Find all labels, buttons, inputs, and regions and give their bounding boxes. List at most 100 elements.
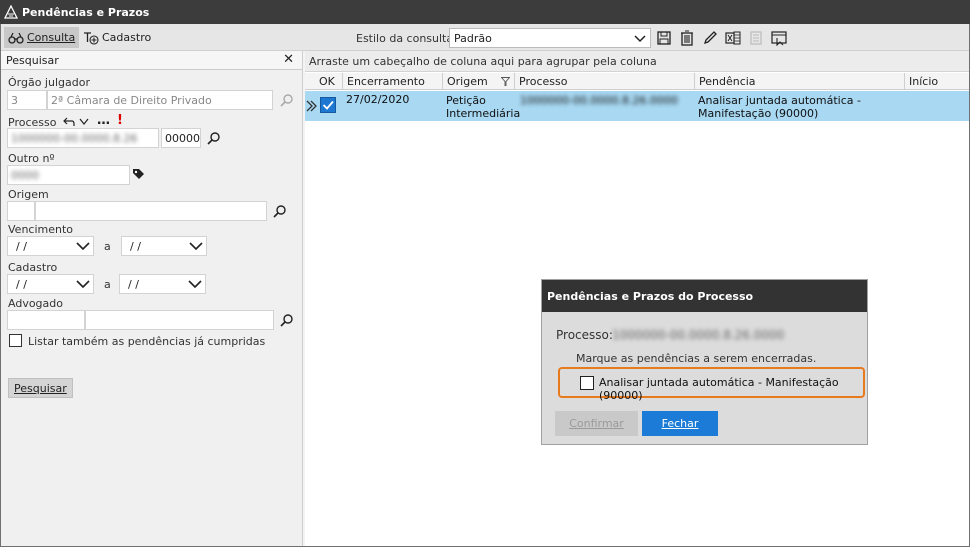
orgao-code-input[interactable]: 3 — [7, 90, 47, 110]
vencimento-from-select[interactable]: / / — [7, 236, 94, 256]
advogado-code-input[interactable] — [7, 310, 85, 330]
outro-input[interactable]: 0000 — [7, 165, 130, 185]
col-processo[interactable]: Processo — [515, 73, 695, 90]
dialog-titlebar: Pendências e Prazos do Processo — [542, 280, 867, 312]
chevron-down-icon — [188, 280, 202, 289]
chevron-down-icon — [634, 35, 646, 43]
tab-consulta[interactable]: Consulta — [4, 27, 80, 48]
row-pendencia: Analisar juntada automática - Manifestaç… — [698, 94, 861, 120]
window-title: Pendências e Prazos — [22, 5, 150, 19]
estilo-value: Padrão — [454, 31, 492, 45]
checkmark-icon — [322, 100, 334, 110]
col-origem-label: Origem — [447, 75, 488, 88]
edit-pencil-icon[interactable] — [702, 30, 718, 46]
vencimento-a-label: a — [104, 240, 111, 253]
cadastro-to-value: / / — [128, 277, 139, 291]
more-options-icon[interactable]: … — [97, 113, 110, 128]
origem-label: Origem — [8, 188, 49, 201]
processo-suffix-input[interactable]: 00000 — [161, 128, 201, 148]
chevron-down-icon — [76, 242, 90, 251]
confirmar-button: Confirmar — [555, 411, 638, 436]
undo-arrow-icon[interactable] — [63, 116, 75, 128]
cadastro-a-label: a — [104, 278, 111, 291]
chevron-down-icon — [189, 242, 203, 251]
col-processo-label: Processo — [519, 75, 568, 88]
cadastro-from-select[interactable]: / / — [7, 274, 94, 294]
advogado-label: Advogado — [8, 297, 63, 310]
listar-cumpridas-checkbox[interactable] — [9, 334, 22, 347]
cadastro-to-select[interactable]: / / — [119, 274, 206, 294]
pesquisar-button[interactable]: Pesquisar — [8, 378, 73, 398]
tab-cadastro[interactable]: Cadastro — [79, 27, 155, 48]
table-row[interactable]: 27/02/2020 Petição Intermediária 1000000… — [305, 91, 969, 121]
save-icon[interactable] — [656, 30, 672, 46]
cadastro-from-value: / / — [16, 277, 27, 291]
processo-input[interactable]: 1000000-00.0000.8.26 — [7, 128, 159, 148]
col-ok[interactable]: OK — [315, 73, 343, 90]
origem-code-input[interactable] — [7, 201, 35, 221]
fechar-button[interactable]: Fechar — [642, 411, 718, 436]
filter-icon[interactable] — [501, 77, 510, 86]
col-pendencia[interactable]: Pendência — [695, 73, 905, 90]
outro-label: Outro nº — [8, 152, 55, 165]
dialog-title: Pendências e Prazos do Processo — [547, 289, 754, 303]
add-text-icon — [84, 31, 99, 45]
search-icon[interactable] — [280, 313, 294, 327]
estilo-label: Estilo da consulta — [356, 32, 454, 45]
window-titlebar: Pendências e Prazos — [0, 0, 970, 24]
orgao-name-value: 2ª Câmara de Direito Privado — [51, 93, 212, 107]
alert-exclamation-icon[interactable]: ! — [117, 113, 123, 128]
dialog-pendencia-label: Analisar juntada automática - Manifestaç… — [599, 376, 839, 402]
row-encerramento: 27/02/2020 — [346, 93, 410, 106]
trash-icon[interactable] — [679, 30, 695, 46]
processo-suffix-value: 00000 — [165, 131, 200, 145]
export-excel-icon[interactable] — [725, 30, 741, 46]
row-ok-checkbox[interactable] — [320, 97, 336, 113]
search-icon — [280, 94, 293, 107]
advogado-name-input[interactable] — [85, 310, 274, 330]
search-panel-header: Pesquisar ✕ — [1, 51, 302, 70]
window-report-icon[interactable] — [771, 30, 787, 46]
row-processo: 1000000-00.0000.8.26.0000 — [520, 94, 678, 107]
col-ok-label: OK — [319, 75, 335, 88]
tab-cadastro-label: Cadastro — [102, 31, 152, 44]
col-inicio[interactable]: Início — [905, 73, 969, 90]
toolbar: Consulta Cadastro Estilo da consulta Pad… — [1, 24, 969, 51]
row-indicator-icon — [306, 100, 317, 112]
col-encerramento-label: Encerramento — [347, 75, 425, 88]
tag-icon[interactable] — [131, 167, 145, 181]
group-by-hint-text: Arraste um cabeçalho de coluna aqui para… — [309, 54, 657, 68]
fechar-button-label: Fechar — [661, 417, 699, 430]
search-panel-title: Pesquisar — [6, 53, 59, 67]
orgao-name-input[interactable]: 2ª Câmara de Direito Privado — [47, 90, 273, 110]
confirmar-button-label: Confirmar — [569, 417, 624, 430]
chevron-down-icon[interactable] — [79, 118, 89, 126]
vencimento-from-value: / / — [16, 239, 27, 253]
binoculars-icon — [8, 32, 24, 44]
app-logo-icon — [4, 5, 18, 19]
outro-value: 0000 — [11, 168, 39, 182]
dialog-pendencia-checkbox[interactable] — [580, 376, 594, 390]
estilo-select[interactable]: Padrão — [449, 28, 651, 48]
dialog-hint: Marque as pendências a serem encerradas. — [576, 352, 817, 365]
cadastro-label: Cadastro — [8, 261, 58, 274]
pendencias-dialog: Pendências e Prazos do Processo Processo… — [541, 279, 868, 445]
grid-header: OK Encerramento Origem Processo Pendênci… — [305, 73, 969, 90]
vencimento-to-select[interactable]: / / — [121, 236, 207, 256]
dialog-processo-value: 1000000-00.0000.8.26.0000 — [612, 328, 785, 342]
close-icon[interactable]: ✕ — [283, 52, 294, 67]
search-panel: Pesquisar ✕ Órgão julgador 3 2ª Câmara d… — [1, 51, 303, 546]
dialog-processo-label: Processo: — [556, 328, 613, 342]
search-icon[interactable] — [273, 204, 287, 218]
search-icon[interactable] — [207, 131, 221, 145]
col-origem[interactable]: Origem — [443, 73, 515, 90]
chevron-down-icon — [76, 280, 90, 289]
dialog-pendencia-item[interactable]: Analisar juntada automática - Manifestaç… — [558, 367, 865, 402]
col-encerramento[interactable]: Encerramento — [343, 73, 443, 90]
vencimento-label: Vencimento — [8, 223, 74, 236]
orgao-code-value: 3 — [11, 93, 18, 107]
origem-name-input[interactable] — [35, 201, 267, 221]
pesquisar-button-label: Pesquisar — [14, 381, 67, 395]
document-disabled-icon — [750, 31, 762, 45]
orgao-label: Órgão julgador — [8, 76, 90, 89]
